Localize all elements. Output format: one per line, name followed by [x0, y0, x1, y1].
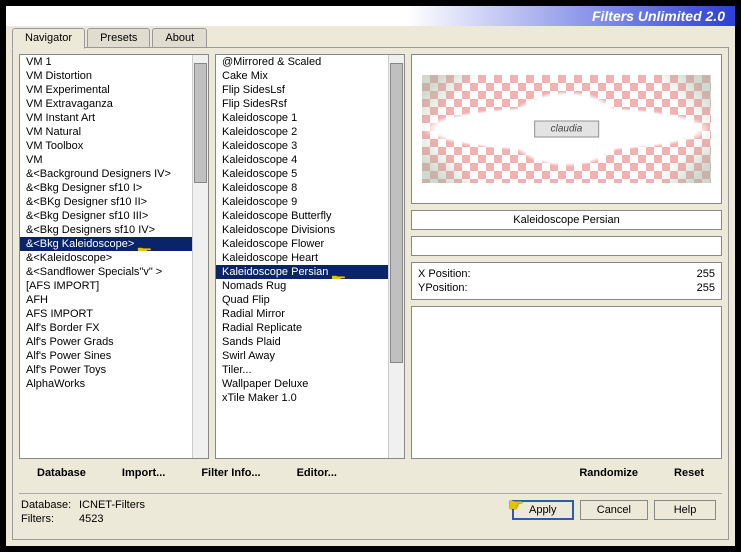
filter-scrollbar[interactable]: [388, 55, 404, 458]
filter-item[interactable]: Cake Mix: [216, 69, 388, 83]
category-item[interactable]: &<Background Designers IV>: [20, 167, 192, 181]
parameter-row: X Position: 255: [418, 267, 715, 281]
app-title: Filters Unlimited 2.0: [592, 8, 725, 24]
parameter-remaining: [411, 306, 722, 459]
filter-info-button[interactable]: Filter Info...: [183, 463, 278, 489]
category-item[interactable]: &<Bkg Designers sf10 IV>: [20, 223, 192, 237]
filter-item[interactable]: Sands Plaid: [216, 335, 388, 349]
cancel-button[interactable]: Cancel: [580, 500, 648, 520]
filter-item[interactable]: Kaleidoscope 9: [216, 195, 388, 209]
filter-item[interactable]: Swirl Away: [216, 349, 388, 363]
parameter-row: YPosition: 255: [418, 281, 715, 295]
category-listbox[interactable]: VM 1VM DistortionVM ExperimentalVM Extra…: [19, 54, 209, 459]
filter-item[interactable]: Kaleidoscope Butterfly: [216, 209, 388, 223]
selected-filter-name: Kaleidoscope Persian: [411, 210, 722, 230]
randomize-button[interactable]: Randomize: [561, 463, 656, 489]
database-button[interactable]: Database: [19, 463, 104, 489]
category-item[interactable]: Alf's Power Grads: [20, 335, 192, 349]
filter-item[interactable]: Wallpaper Deluxe: [216, 377, 388, 391]
filter-item[interactable]: Kaleidoscope Heart: [216, 251, 388, 265]
filter-item[interactable]: Radial Replicate: [216, 321, 388, 335]
category-item[interactable]: VM Toolbox: [20, 139, 192, 153]
category-item[interactable]: VM Distortion: [20, 69, 192, 83]
category-item[interactable]: VM: [20, 153, 192, 167]
category-item[interactable]: AFH: [20, 293, 192, 307]
tab-about[interactable]: About: [152, 28, 207, 48]
filter-item[interactable]: Flip SidesLsf: [216, 83, 388, 97]
category-item[interactable]: &<Sandflower Specials"v" >: [20, 265, 192, 279]
tab-presets[interactable]: Presets: [87, 28, 150, 48]
filter-item[interactable]: Quad Flip: [216, 293, 388, 307]
filter-item[interactable]: Tiler...: [216, 363, 388, 377]
category-item[interactable]: AlphaWorks: [20, 377, 192, 391]
filter-item[interactable]: Kaleidoscope 1: [216, 111, 388, 125]
category-item[interactable]: [AFS IMPORT]: [20, 279, 192, 293]
columns: VM 1VM DistortionVM ExperimentalVM Extra…: [19, 54, 722, 459]
category-item[interactable]: &<Bkg Designer sf10 III>: [20, 209, 192, 223]
category-item[interactable]: VM Experimental: [20, 83, 192, 97]
filter-item[interactable]: Kaleidoscope 2: [216, 125, 388, 139]
category-item[interactable]: VM Natural: [20, 125, 192, 139]
parameter-value: 255: [697, 268, 715, 280]
param-spacer: [411, 236, 722, 256]
filter-item[interactable]: Kaleidoscope Persian: [216, 265, 388, 279]
filter-item[interactable]: Kaleidoscope Divisions: [216, 223, 388, 237]
filter-item[interactable]: Flip SidesRsf: [216, 97, 388, 111]
category-scrollbar[interactable]: [192, 55, 208, 458]
watermark-label: claudia: [534, 121, 600, 138]
category-item[interactable]: AFS IMPORT: [20, 307, 192, 321]
navigator-panel: VM 1VM DistortionVM ExperimentalVM Extra…: [12, 47, 729, 540]
title-bar: Filters Unlimited 2.0: [6, 6, 735, 26]
reset-button[interactable]: Reset: [656, 463, 722, 489]
preview-image: claudia: [411, 54, 722, 204]
toolbar-row: Database Import... Filter Info... Editor…: [19, 463, 722, 489]
category-item[interactable]: &<Kaleidoscope>: [20, 251, 192, 265]
tab-strip: NavigatorPresetsAbout: [12, 28, 729, 48]
editor-button[interactable]: Editor...: [279, 463, 355, 489]
status-database: Database:ICNET-Filters: [19, 498, 506, 512]
category-item[interactable]: &<BKg Designer sf10 II>: [20, 195, 192, 209]
parameter-label: YPosition:: [418, 282, 468, 294]
filter-item[interactable]: Kaleidoscope Flower: [216, 237, 388, 251]
filter-item[interactable]: Radial Mirror: [216, 307, 388, 321]
category-item[interactable]: &<Bkg Designer sf10 I>: [20, 181, 192, 195]
category-item[interactable]: Alf's Border FX: [20, 321, 192, 335]
import-button[interactable]: Import...: [104, 463, 183, 489]
right-pane: claudia Kaleidoscope Persian X Position:…: [411, 54, 722, 459]
filter-item[interactable]: Kaleidoscope 5: [216, 167, 388, 181]
filter-item[interactable]: Kaleidoscope 4: [216, 153, 388, 167]
category-item[interactable]: VM Extravaganza: [20, 97, 192, 111]
status-filters: Filters:4523: [19, 512, 506, 526]
parameter-panel: X Position: 255 YPosition: 255: [411, 262, 722, 300]
filter-item[interactable]: Nomads Rug: [216, 279, 388, 293]
status-bar: Database:ICNET-Filters Filters:4523 Appl…: [19, 493, 722, 533]
filter-item[interactable]: Kaleidoscope 3: [216, 139, 388, 153]
window-frame: Filters Unlimited 2.0 NavigatorPresetsAb…: [4, 4, 737, 548]
category-item[interactable]: &<Bkg Kaleidoscope>: [20, 237, 192, 251]
tab-navigator[interactable]: Navigator: [12, 28, 85, 49]
filter-item[interactable]: xTile Maker 1.0: [216, 391, 388, 405]
filter-listbox[interactable]: @Mirrored & ScaledCake MixFlip SidesLsfF…: [215, 54, 405, 459]
parameter-label: X Position:: [418, 268, 471, 280]
parameter-value: 255: [697, 282, 715, 294]
filter-item[interactable]: @Mirrored & Scaled: [216, 55, 388, 69]
help-button[interactable]: Help: [654, 500, 716, 520]
category-item[interactable]: Alf's Power Sines: [20, 349, 192, 363]
category-item[interactable]: Alf's Power Toys: [20, 363, 192, 377]
filter-item[interactable]: Kaleidoscope 8: [216, 181, 388, 195]
category-item[interactable]: VM Instant Art: [20, 111, 192, 125]
category-item[interactable]: VM 1: [20, 55, 192, 69]
